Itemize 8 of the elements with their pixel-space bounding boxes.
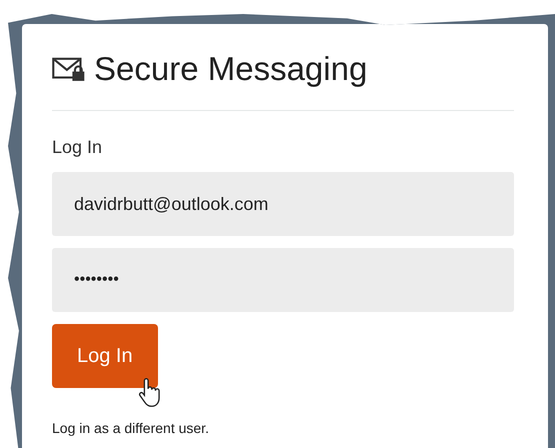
password-field[interactable]: •••••••• [52,248,514,312]
email-field[interactable]: davidrbutt@outlook.com [52,172,514,236]
login-button[interactable]: Log In [52,324,158,388]
different-user-link[interactable]: Log in as a different user. [52,420,209,436]
page-title: Secure Messaging [94,50,368,88]
hand-cursor-icon [138,378,160,408]
form-label: Log In [52,137,104,158]
mail-lock-icon [52,56,86,82]
